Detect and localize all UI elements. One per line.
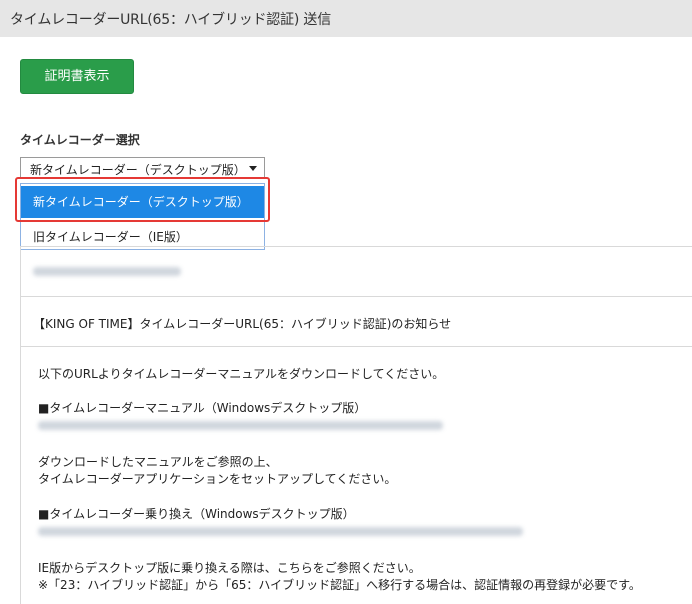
redacted-manual-url (38, 421, 443, 430)
switch-heading: ■タイムレコーダー乗り換え（Windowsデスクトップ版） (38, 507, 355, 521)
mail-preview: 【KING OF TIME】タイムレコーダーURL(65：ハイブリッド認証)のお… (20, 246, 692, 604)
manual-heading: ■タイムレコーダーマニュアル（Windowsデスクトップ版） (38, 401, 367, 415)
recorder-dropdown-list: 新タイムレコーダー（デスクトップ版） 旧タイムレコーダー（IE版） (20, 183, 265, 250)
recorder-select-label: タイムレコーダー選択 (20, 133, 140, 147)
mail-recipient-row (21, 246, 692, 296)
show-certificate-button[interactable]: 証明書表示 (20, 59, 134, 94)
redacted-switch-url (38, 527, 523, 536)
page-title: タイムレコーダーURL(65：ハイブリッド認証) 送信 (10, 12, 332, 28)
setup-line-1: ダウンロードしたマニュアルをご参照の上、 (38, 455, 278, 469)
migration-note: ※「23：ハイブリッド認証」から「65：ハイブリッド認証」へ移行する場合は、認証… (38, 578, 641, 592)
body-intro: 以下のURLよりタイムレコーダーマニュアルをダウンロードしてください。 (38, 367, 445, 381)
option-new-desktop-recorder[interactable]: 新タイムレコーダー（デスクトップ版） (21, 186, 264, 218)
redacted-email-address (33, 267, 181, 276)
mail-subject-row: 【KING OF TIME】タイムレコーダーURL(65：ハイブリッド認証)のお… (21, 296, 692, 346)
recorder-select[interactable]: 新タイムレコーダー（デスクトップ版） (20, 157, 265, 179)
mail-body: 以下のURLよりタイムレコーダーマニュアルをダウンロードしてください。 ■タイム… (21, 346, 692, 604)
page-header: タイムレコーダーURL(65：ハイブリッド認証) 送信 (0, 0, 692, 37)
chevron-down-icon (249, 166, 257, 171)
setup-line-2: タイムレコーダーアプリケーションをセットアップしてください。 (38, 472, 397, 486)
recorder-select-value: 新タイムレコーダー（デスクトップ版） (30, 163, 246, 177)
mail-subject: 【KING OF TIME】タイムレコーダーURL(65：ハイブリッド認証)のお… (33, 317, 452, 331)
ie-switch-note: IE版からデスクトップ版に乗り換える際は、こちらをご参照ください。 (38, 561, 421, 575)
